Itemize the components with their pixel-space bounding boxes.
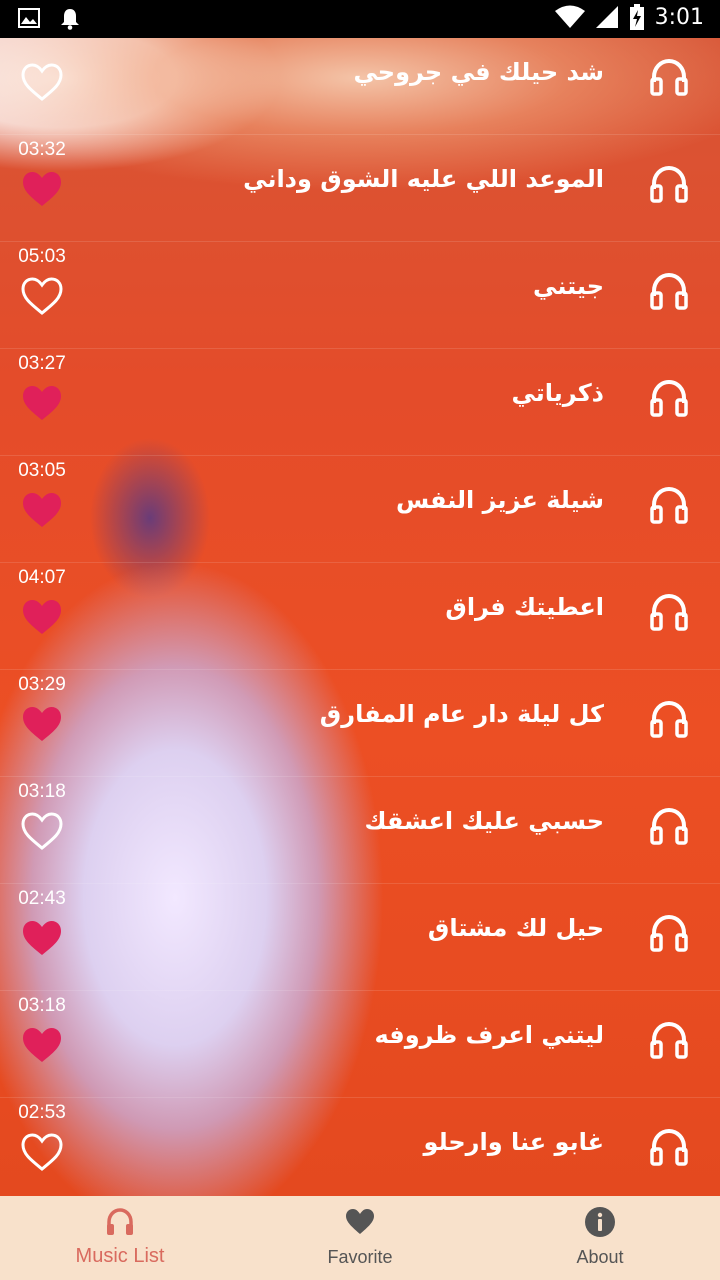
play-headphones-icon[interactable] [648, 163, 690, 205]
play-headphones-icon[interactable] [648, 1126, 690, 1168]
play-headphones-icon[interactable] [648, 484, 690, 526]
favorite-outline-heart-icon[interactable] [20, 276, 64, 316]
song-title: غابو عنا وارحلو [423, 1128, 604, 1156]
play-headphones-icon[interactable] [648, 591, 690, 633]
nav-music-list[interactable]: Music List [0, 1196, 240, 1280]
bell-icon [61, 9, 79, 30]
song-title: حيل لك مشتاق [427, 914, 604, 942]
favorite-outline-heart-icon[interactable] [20, 1132, 64, 1172]
favorite-filled-heart-icon[interactable] [20, 383, 64, 423]
song-row[interactable]: 02:53 غابو عنا وارحلو [0, 1098, 720, 1196]
nav-label-favorite: Favorite [327, 1247, 393, 1267]
song-title: ليتني اعرف ظروفه [374, 1021, 604, 1049]
battery-charging-icon [629, 4, 644, 30]
favorite-filled-heart-icon[interactable] [20, 1025, 64, 1065]
song-row[interactable]: 03:27 ذكرياتي [0, 349, 720, 456]
nav-label-about: About [576, 1247, 624, 1267]
image-icon [18, 8, 40, 28]
song-duration: 04:07 [18, 567, 66, 588]
favorite-outline-heart-icon[interactable] [20, 62, 64, 102]
song-duration: 02:53 [18, 1102, 66, 1123]
song-row[interactable]: 04:07 اعطيتك فراق [0, 563, 720, 670]
song-title: اعطيتك فراق [445, 593, 604, 621]
nav-about[interactable]: About [480, 1196, 720, 1280]
nav-label-music-list: Music List [75, 1245, 165, 1267]
song-row[interactable]: 02:43 حيل لك مشتاق [0, 884, 720, 991]
song-row[interactable]: 03:18 ليتني اعرف ظروفه [0, 991, 720, 1098]
signal-icon [595, 6, 618, 28]
song-row[interactable]: 03:32 الموعد اللي عليه الشوق وداني [0, 135, 720, 242]
heart-icon [346, 1209, 374, 1234]
favorite-outline-heart-icon[interactable] [20, 811, 64, 851]
song-row[interactable]: 03:05 شيلة عزيز النفس [0, 456, 720, 563]
song-title: ذكرياتي [511, 379, 604, 407]
song-title: الموعد اللي عليه الشوق وداني [243, 165, 604, 193]
play-headphones-icon[interactable] [648, 56, 690, 98]
song-title: جيتني [533, 272, 604, 300]
play-headphones-icon[interactable] [648, 698, 690, 740]
favorite-filled-heart-icon[interactable] [20, 169, 64, 209]
song-row[interactable]: 03:29 كل ليلة دار عام المفارق [0, 670, 720, 777]
info-icon [585, 1207, 615, 1237]
song-row[interactable]: شد حيلك في جروحي [0, 38, 720, 135]
favorite-filled-heart-icon[interactable] [20, 918, 64, 958]
favorite-filled-heart-icon[interactable] [20, 597, 64, 637]
song-duration: 05:03 [18, 246, 66, 267]
headphones-icon [107, 1208, 133, 1235]
song-row[interactable]: 05:03 جيتني [0, 242, 720, 349]
wifi-icon [554, 5, 585, 28]
song-list[interactable]: شد حيلك في جروحي 03:32 الموعد اللي عليه ال… [0, 38, 720, 1196]
favorite-filled-heart-icon[interactable] [20, 704, 64, 744]
song-duration: 03:18 [18, 995, 66, 1016]
nav-favorite[interactable]: Favorite [240, 1196, 480, 1280]
play-headphones-icon[interactable] [648, 377, 690, 419]
play-headphones-icon[interactable] [648, 270, 690, 312]
song-title: حسبي عليك اعشقك [364, 807, 604, 835]
play-headphones-icon[interactable] [648, 912, 690, 954]
status-bar: 3:01 [0, 0, 720, 38]
play-headphones-icon[interactable] [648, 805, 690, 847]
clock: 3:01 [654, 4, 704, 30]
play-headphones-icon[interactable] [648, 1019, 690, 1061]
song-duration: 02:43 [18, 888, 66, 909]
song-row[interactable]: 03:18 حسبي عليك اعشقك [0, 777, 720, 884]
song-duration: 03:29 [18, 674, 66, 695]
bottom-navigation: Music List Favorite About [0, 1196, 720, 1280]
song-title: كل ليلة دار عام المفارق [319, 700, 604, 728]
song-duration: 03:05 [18, 460, 66, 481]
song-title: شد حيلك في جروحي [353, 58, 605, 86]
favorite-filled-heart-icon[interactable] [20, 490, 64, 530]
song-duration: 03:32 [18, 139, 66, 160]
song-title: شيلة عزيز النفس [396, 486, 604, 514]
song-duration: 03:27 [18, 353, 66, 374]
song-duration: 03:18 [18, 781, 66, 802]
